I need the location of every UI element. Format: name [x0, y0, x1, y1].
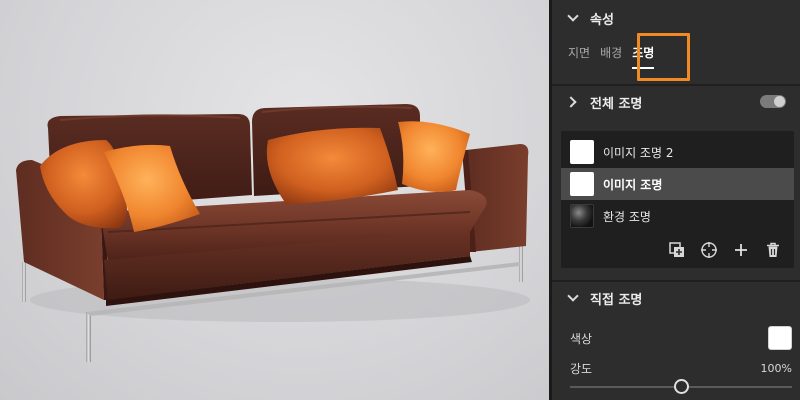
3d-viewport[interactable] [0, 0, 549, 400]
intensity-slider-thumb[interactable] [673, 379, 689, 394]
light-item-label: 이미지 조명 2 [603, 145, 674, 160]
direct-light-title: 직접 조명 [590, 292, 643, 308]
properties-tabs: 지면 배경 조명 [568, 44, 664, 74]
color-row: 색상 [570, 325, 792, 351]
light-list-toolbar [666, 239, 784, 261]
light-item-image-light[interactable]: 이미지 조명 [561, 168, 794, 200]
intensity-row: 강도 100% [570, 355, 792, 381]
light-item-image-light-2[interactable]: 이미지 조명 2 [561, 136, 794, 168]
intensity-value: 100% [760, 361, 792, 375]
color-swatch[interactable] [768, 326, 792, 350]
light-thumbnail [570, 172, 594, 196]
light-item-label: 이미지 조명 [603, 177, 663, 192]
properties-header[interactable]: 속성 [552, 0, 800, 36]
global-lighting-title: 전체 조명 [590, 96, 643, 112]
light-item-environment-light[interactable]: 환경 조명 [561, 200, 794, 232]
properties-title: 속성 [590, 12, 614, 28]
trash-icon[interactable] [762, 239, 784, 261]
chevron-down-icon [568, 293, 578, 303]
add-layer-icon[interactable] [666, 239, 688, 261]
tab-background[interactable]: 배경 [600, 44, 622, 62]
light-thumbnail [570, 140, 594, 164]
environment-sphere-icon [570, 204, 594, 228]
chevron-right-icon [568, 97, 578, 107]
plus-icon[interactable] [730, 239, 752, 261]
sofa-render [16, 104, 530, 362]
target-icon[interactable] [698, 239, 720, 261]
intensity-label: 강도 [570, 361, 593, 376]
light-item-label: 환경 조명 [603, 209, 651, 224]
global-lighting-toggle[interactable] [760, 95, 786, 108]
color-label: 색상 [570, 331, 593, 346]
properties-panel: 속성 지면 배경 조명 전체 조명 이미지 조명 2 이미지 조명 환경 조명 [552, 0, 800, 400]
chevron-down-icon [568, 13, 578, 23]
tab-ground[interactable]: 지면 [568, 44, 590, 62]
tab-lighting[interactable]: 조명 [632, 44, 655, 69]
direct-light-header[interactable]: 직접 조명 [552, 280, 800, 316]
